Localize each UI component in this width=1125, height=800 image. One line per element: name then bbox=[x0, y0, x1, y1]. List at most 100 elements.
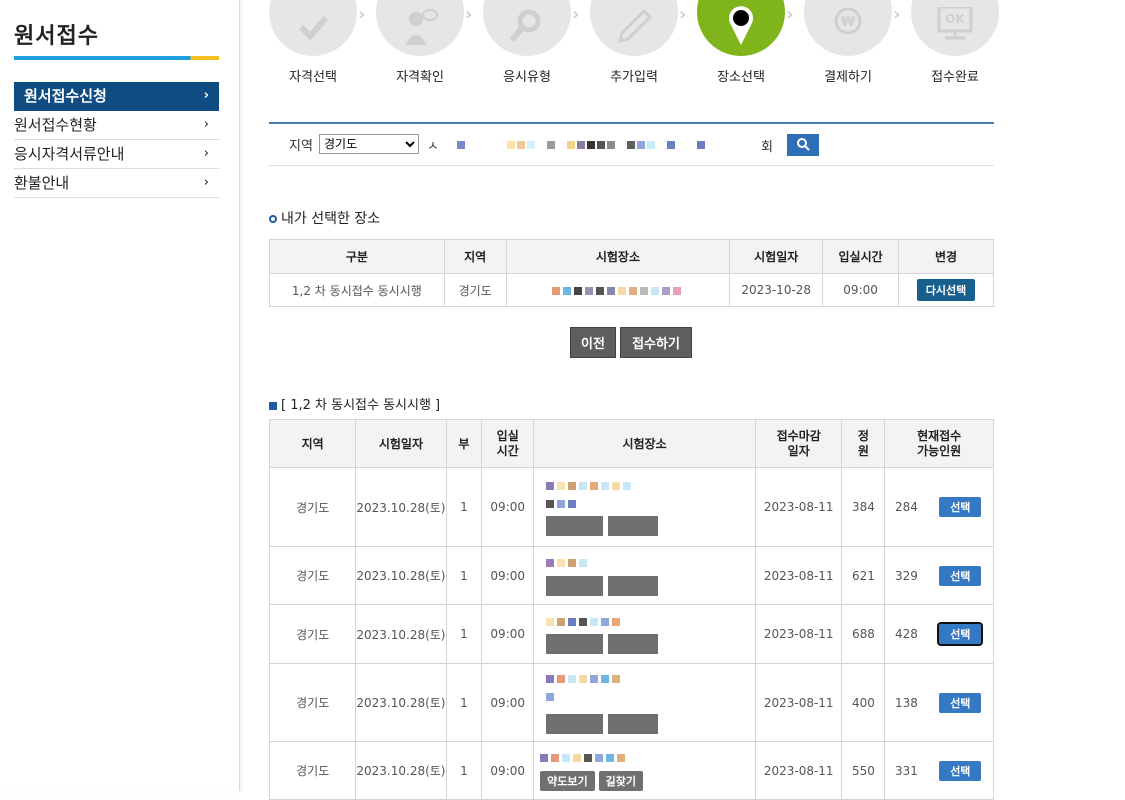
cell-time: 09:00 bbox=[481, 546, 535, 605]
sidebar-menu: 원서접수신청 › 원서접수현황 › 응시자격서류안내 › 환불안내 › bbox=[14, 82, 219, 198]
route-button-placeholder[interactable] bbox=[608, 713, 659, 734]
cell-available: 428 bbox=[884, 604, 928, 664]
select-button[interactable]: 선택 bbox=[939, 760, 982, 781]
my-selection-title-text: 내가 선택한 장소 bbox=[281, 211, 381, 227]
table-header-row: 지역 시험일자 부 입실 시간 시험장소 접수마감 일자 정원 현재접수 가능인원 bbox=[268, 419, 994, 468]
cell-select: 선택 bbox=[927, 663, 994, 742]
search-button[interactable] bbox=[787, 134, 819, 156]
reselect-button[interactable]: 다시선택 bbox=[916, 279, 976, 301]
magnifier-icon bbox=[483, 0, 571, 56]
map-button-placeholder[interactable] bbox=[546, 575, 604, 596]
col-entry-time-line1: 입실 bbox=[496, 428, 519, 443]
cell-capacity: 400 bbox=[841, 663, 886, 742]
map-button-placeholder[interactable] bbox=[546, 634, 604, 654]
select-button[interactable]: 선택 bbox=[939, 692, 982, 713]
route-button[interactable]: 길찾기 bbox=[598, 770, 644, 791]
sidebar-item-label: 응시자격서류안내 bbox=[14, 145, 125, 163]
step-label: 자격확인 bbox=[396, 70, 444, 85]
step-label: 장소선택 bbox=[717, 70, 765, 85]
list-title: [ 1,2 차 동시접수 동시시행 ] bbox=[269, 394, 440, 413]
cell-capacity: 621 bbox=[841, 546, 886, 605]
col-date: 시험일자 bbox=[729, 239, 824, 274]
cell-time: 09:00 bbox=[822, 273, 900, 307]
col-capacity: 정원 bbox=[841, 419, 886, 468]
route-button-placeholder[interactable] bbox=[608, 634, 659, 654]
col-available-line2: 가능인원 bbox=[917, 443, 962, 458]
chevron-right-icon: › bbox=[203, 146, 209, 161]
venue-list-table: 지역 시험일자 부 입실 시간 시험장소 접수마감 일자 정원 현재접수 가능인원 경… bbox=[268, 419, 994, 800]
chevron-right-icon: › bbox=[358, 4, 366, 25]
cell-venue-redacted bbox=[533, 467, 756, 547]
step-label: 접수완료 bbox=[931, 70, 979, 85]
map-button-placeholder[interactable] bbox=[546, 516, 604, 536]
sidebar-item-apply[interactable]: 원서접수신청 › bbox=[14, 82, 219, 111]
col-deadline-line2: 일자 bbox=[787, 443, 810, 458]
prev-button[interactable]: 이전 bbox=[570, 327, 616, 358]
list-title-text: [ 1,2 차 동시접수 동시시행 ] bbox=[281, 398, 441, 413]
bullet-icon bbox=[269, 215, 277, 223]
table-header-row: 구분 지역 시험장소 시험일자 입실시간 변경 bbox=[269, 239, 994, 274]
cell-date: 2023-10-28 bbox=[729, 273, 824, 307]
cell-venue-redacted bbox=[533, 663, 756, 742]
my-selection-table: 구분 지역 시험장소 시험일자 입실시간 변경 1,2 차 동시접수 동시시행 … bbox=[269, 239, 994, 307]
select-button[interactable]: 선택 bbox=[939, 565, 982, 586]
sidebar-item-status[interactable]: 원서접수현황 › bbox=[14, 111, 219, 140]
sidebar-item-documents[interactable]: 응시자격서류안내 › bbox=[14, 140, 219, 169]
map-button-placeholder[interactable] bbox=[546, 713, 604, 734]
step-label: 추가입력 bbox=[610, 70, 658, 85]
step-label: 응시유형 bbox=[503, 70, 551, 85]
cell-capacity: 384 bbox=[841, 467, 886, 547]
col-entry-time-line2: 시간 bbox=[496, 443, 519, 458]
step-label: 결제하기 bbox=[824, 70, 872, 85]
cell-region: 경기도 bbox=[268, 467, 357, 547]
cell-deadline: 2023-08-11 bbox=[754, 467, 843, 547]
col-category: 구분 bbox=[269, 239, 445, 274]
cell-region: 경기도 bbox=[268, 546, 357, 605]
cell-time: 09:00 bbox=[481, 467, 535, 547]
cell-region: 경기도 bbox=[443, 273, 507, 307]
col-entry-time: 입실시간 bbox=[822, 239, 900, 274]
cell-venue-redacted bbox=[533, 604, 756, 664]
chevron-right-icon: › bbox=[203, 175, 209, 190]
search-label-fragment: ㅅ bbox=[427, 139, 439, 154]
chevron-right-icon: › bbox=[786, 4, 794, 25]
sidebar-title: 원서접수 bbox=[14, 24, 99, 49]
progress-steps: 자격선택 › 자격확인 › 응시유형 › 추가입력 › 장소선택 › ₩ 결제하… bbox=[268, 0, 999, 90]
col-available: 현재접수 가능인원 bbox=[884, 419, 994, 468]
cell-select: 선택 bbox=[927, 467, 994, 547]
col-deadline: 접수마감 일자 bbox=[754, 419, 843, 468]
person-icon bbox=[376, 0, 464, 56]
col-capacity-line2: 원 bbox=[857, 443, 869, 458]
check-icon bbox=[269, 0, 357, 56]
col-available-line1: 현재접수 bbox=[917, 428, 962, 443]
cell-time: 09:00 bbox=[481, 663, 535, 742]
cell-region: 경기도 bbox=[268, 663, 357, 742]
my-selection-title: 내가 선택한 장소 bbox=[269, 208, 380, 228]
select-button[interactable]: 선택 bbox=[937, 622, 984, 646]
sidebar-item-label: 환불안내 bbox=[14, 174, 70, 192]
sidebar-item-label: 원서접수현황 bbox=[14, 116, 97, 134]
cell-capacity: 688 bbox=[841, 604, 886, 664]
chevron-right-icon: › bbox=[465, 4, 473, 25]
chevron-right-icon: › bbox=[893, 4, 901, 25]
select-button[interactable]: 선택 bbox=[939, 497, 982, 517]
col-venue: 시험장소 bbox=[505, 239, 731, 274]
region-select[interactable]: 경기도 bbox=[319, 134, 419, 154]
route-button-placeholder[interactable] bbox=[608, 575, 659, 596]
col-region: 지역 bbox=[268, 419, 357, 468]
won-coin-icon: ₩ bbox=[804, 0, 892, 56]
route-button-placeholder[interactable] bbox=[608, 516, 659, 536]
col-capacity-line1: 정 bbox=[857, 428, 869, 443]
submit-button[interactable]: 접수하기 bbox=[620, 327, 692, 358]
cell-date: 2023.10.28(토) bbox=[355, 604, 447, 664]
cell-available: 284 bbox=[884, 467, 928, 547]
pencil-icon bbox=[590, 0, 678, 56]
col-deadline-line1: 접수마감 bbox=[776, 428, 821, 443]
chevron-right-icon: › bbox=[572, 4, 580, 25]
map-button[interactable]: 약도보기 bbox=[540, 770, 595, 791]
cell-region: 경기도 bbox=[268, 604, 357, 664]
cell-deadline: 2023-08-11 bbox=[754, 546, 843, 605]
table-row: 경기도 2023.10.28(토) 1 09:00 2023-08-11 384… bbox=[268, 467, 994, 547]
chevron-right-icon: › bbox=[203, 88, 209, 103]
sidebar-item-refund[interactable]: 환불안내 › bbox=[14, 169, 219, 198]
